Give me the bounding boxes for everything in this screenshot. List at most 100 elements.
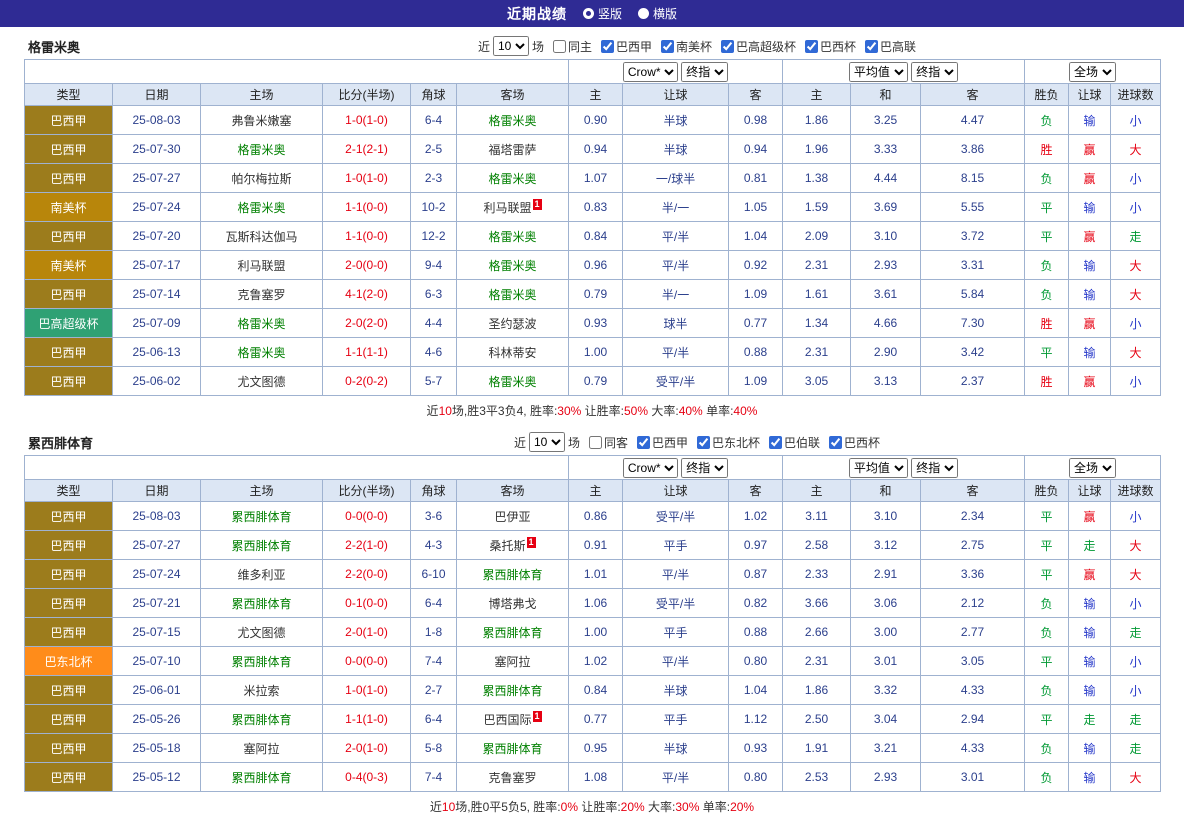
asia-stage-select[interactable]: 终指 [681, 62, 728, 82]
home-team[interactable]: 累西腓体育 [231, 597, 291, 611]
view-option-horizontal[interactable]: 横版 [638, 5, 677, 22]
filter-bar: 近10场同客巴西甲巴东北杯巴伯联巴西杯 [234, 432, 1160, 452]
asia-home-odds: 0.94 [569, 135, 623, 164]
away-team[interactable]: 格雷米奥 [489, 288, 537, 302]
result-goals: 大 [1111, 135, 1161, 164]
home-team[interactable]: 维多利亚 [237, 568, 285, 582]
home-team[interactable]: 利马联盟 [237, 259, 285, 273]
europe-draw-odds: 3.13 [851, 367, 921, 396]
league-checkbox-input[interactable] [697, 436, 710, 449]
away-team[interactable]: 利马联盟 [484, 201, 532, 215]
view-option-vertical[interactable]: 竖版 [583, 5, 622, 22]
home-team[interactable]: 弗鲁米嫩塞 [231, 114, 291, 128]
home-team[interactable]: 帕尔梅拉斯 [231, 172, 291, 186]
same-venue-checkbox-input[interactable] [589, 436, 602, 449]
radio-unselected-icon[interactable] [638, 8, 649, 19]
away-team[interactable]: 博塔弗戈 [489, 597, 537, 611]
home-team[interactable]: 累西腓体育 [231, 713, 291, 727]
league-checkbox-input[interactable] [637, 436, 650, 449]
home-team[interactable]: 瓦斯科达伽马 [225, 230, 297, 244]
home-team[interactable]: 尤文图德 [237, 375, 285, 389]
radio-selected-icon[interactable] [583, 8, 594, 19]
corner-cell: 7-4 [411, 763, 457, 792]
date-cell: 25-07-15 [113, 618, 201, 647]
home-team[interactable]: 尤文图德 [237, 626, 285, 640]
away-team[interactable]: 累西腓体育 [483, 742, 543, 756]
europe-source-select[interactable]: 平均值 [849, 62, 908, 82]
stat-label: 让胜率: [581, 404, 624, 418]
stat-label: 大率: [648, 404, 679, 418]
league-checkbox[interactable]: 巴伯联 [769, 434, 820, 451]
result-wdl: 平 [1025, 338, 1069, 367]
bookmaker-select[interactable]: Crow* [623, 62, 678, 82]
scope-select[interactable]: 全场 [1069, 62, 1116, 82]
away-team[interactable]: 巴西国际 [484, 713, 532, 727]
away-team-cell: 塞阿拉 [457, 647, 569, 676]
league-checkbox-input[interactable] [805, 40, 818, 53]
home-team[interactable]: 累西腓体育 [231, 510, 291, 524]
away-team[interactable]: 格雷米奥 [489, 114, 537, 128]
recent-count-select[interactable]: 10 [529, 432, 565, 452]
away-team[interactable]: 格雷米奥 [489, 172, 537, 186]
bookmaker-select[interactable]: Crow* [623, 458, 678, 478]
league-checkbox[interactable]: 南美杯 [661, 38, 712, 55]
scope-select[interactable]: 全场 [1069, 458, 1116, 478]
away-team[interactable]: 福塔雷萨 [489, 143, 537, 157]
asia-away-odds: 1.12 [729, 705, 783, 734]
home-team[interactable]: 格雷米奥 [237, 317, 285, 331]
league-checkbox[interactable]: 巴东北杯 [697, 434, 760, 451]
asia-away-odds: 1.05 [729, 193, 783, 222]
home-team[interactable]: 格雷米奥 [237, 346, 285, 360]
corner-cell: 2-7 [411, 676, 457, 705]
away-team[interactable]: 科林蒂安 [489, 346, 537, 360]
score-cell: 2-1(2-1) [323, 135, 411, 164]
home-team[interactable]: 米拉索 [243, 684, 279, 698]
europe-source-select[interactable]: 平均值 [849, 458, 908, 478]
league-type-cell: 巴西甲 [25, 222, 113, 251]
away-team[interactable]: 圣约瑟波 [489, 317, 537, 331]
result-handicap: 赢 [1069, 309, 1111, 338]
same-venue-checkbox[interactable]: 同主 [553, 38, 592, 55]
league-checkbox-input[interactable] [769, 436, 782, 449]
recent-count-select[interactable]: 10 [493, 36, 529, 56]
away-team[interactable]: 巴伊亚 [495, 510, 531, 524]
away-team[interactable]: 克鲁塞罗 [489, 771, 537, 785]
league-checkbox[interactable]: 巴西甲 [637, 434, 688, 451]
home-team[interactable]: 累西腓体育 [231, 655, 291, 669]
europe-stage-select[interactable]: 终指 [911, 62, 958, 82]
away-team[interactable]: 累西腓体育 [483, 568, 543, 582]
league-checkbox[interactable]: 巴西杯 [829, 434, 880, 451]
league-checkbox[interactable]: 巴高超级杯 [721, 38, 796, 55]
away-team[interactable]: 格雷米奥 [489, 375, 537, 389]
same-venue-checkbox-input[interactable] [553, 40, 566, 53]
europe-home-odds: 1.96 [783, 135, 851, 164]
league-checkbox-input[interactable] [721, 40, 734, 53]
away-team[interactable]: 桑托斯 [490, 539, 526, 553]
league-checkbox-input[interactable] [661, 40, 674, 53]
same-venue-checkbox[interactable]: 同客 [589, 434, 628, 451]
col-header-type: 类型 [25, 480, 113, 502]
europe-away-odds: 3.05 [921, 647, 1025, 676]
league-checkbox-input[interactable] [601, 40, 614, 53]
asia-stage-select[interactable]: 终指 [681, 458, 728, 478]
away-team[interactable]: 塞阿拉 [495, 655, 531, 669]
away-team[interactable]: 累西腓体育 [483, 684, 543, 698]
away-team[interactable]: 格雷米奥 [489, 259, 537, 273]
away-team[interactable]: 累西腓体育 [483, 626, 543, 640]
europe-stage-select[interactable]: 终指 [911, 458, 958, 478]
col-header-asia-line: 让球 [623, 84, 729, 106]
league-checkbox[interactable]: 巴西甲 [601, 38, 652, 55]
league-checkbox[interactable]: 巴高联 [865, 38, 916, 55]
league-checkbox-input[interactable] [865, 40, 878, 53]
league-checkbox[interactable]: 巴西杯 [805, 38, 856, 55]
date-cell: 25-07-14 [113, 280, 201, 309]
result-goals: 小 [1111, 676, 1161, 705]
home-team[interactable]: 累西腓体育 [231, 539, 291, 553]
away-team[interactable]: 格雷米奥 [489, 230, 537, 244]
home-team[interactable]: 格雷米奥 [237, 201, 285, 215]
home-team[interactable]: 克鲁塞罗 [237, 288, 285, 302]
home-team[interactable]: 格雷米奥 [237, 143, 285, 157]
home-team[interactable]: 塞阿拉 [243, 742, 279, 756]
home-team[interactable]: 累西腓体育 [231, 771, 291, 785]
league-checkbox-input[interactable] [829, 436, 842, 449]
